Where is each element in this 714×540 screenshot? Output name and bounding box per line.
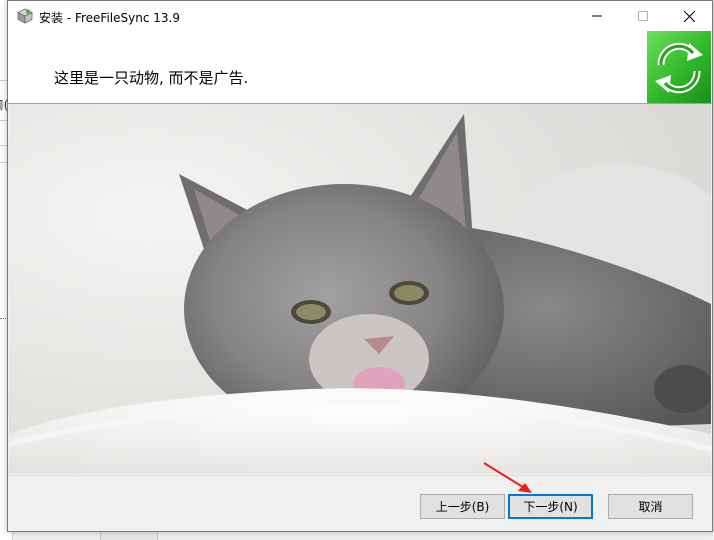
minimize-button[interactable] xyxy=(574,1,620,31)
window-title: 安装 - FreeFileSync 13.9 xyxy=(39,11,180,25)
freefilesync-logo xyxy=(647,31,711,103)
wizard-header: 这里是一只动物, 而不是广告. xyxy=(8,31,712,104)
wizard-footer: 上一步(B) 下一步(N) 取消 xyxy=(8,475,712,531)
maximize-icon xyxy=(638,11,648,21)
minimize-icon xyxy=(592,15,602,17)
back-button[interactable]: 上一步(B) xyxy=(420,494,505,519)
installer-window: 安装 - FreeFileSync 13.9 这里是一只动物, 而不是广告. 上… xyxy=(7,0,713,532)
maximize-button[interactable] xyxy=(620,1,666,31)
header-text: 这里是一只动物, 而不是广告. xyxy=(54,69,249,87)
installer-box-icon xyxy=(17,8,33,24)
next-button[interactable]: 下一步(N) xyxy=(508,494,593,519)
kitten-image xyxy=(9,104,711,474)
title-bar[interactable]: 安装 - FreeFileSync 13.9 xyxy=(8,1,712,31)
kitten-photo xyxy=(9,104,711,474)
close-button[interactable] xyxy=(666,1,712,31)
close-icon xyxy=(683,10,695,22)
cancel-button[interactable]: 取消 xyxy=(608,494,693,519)
sync-arrows-icon xyxy=(655,42,703,94)
